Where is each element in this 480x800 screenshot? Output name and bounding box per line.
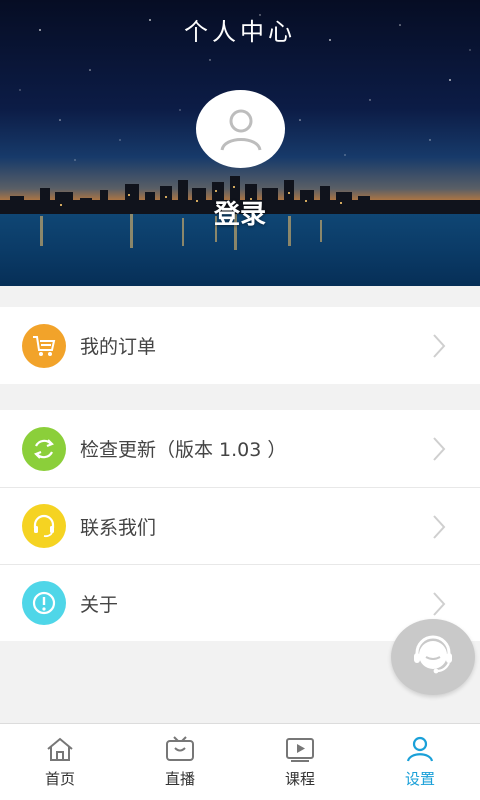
menu-item-label: 检查更新（版本 1.03 ） — [80, 439, 287, 461]
profile-header: 个人中心 登录 — [0, 0, 480, 286]
tab-live[interactable]: 直播 — [120, 724, 240, 800]
tab-label: 直播 — [164, 770, 195, 788]
refresh-icon — [22, 426, 66, 471]
tab-courses[interactable]: 课程 — [240, 724, 360, 800]
chevron-right-icon — [433, 437, 446, 461]
customer-service-icon — [414, 635, 452, 674]
home-icon — [47, 737, 73, 761]
page-title: 个人中心 — [184, 18, 296, 46]
orders-section: 我的订单 — [0, 307, 480, 384]
menu-item-check-update[interactable]: 检查更新（版本 1.03 ） — [0, 410, 480, 487]
play-icon — [286, 738, 314, 762]
tab-home[interactable]: 首页 — [0, 724, 120, 800]
tab-label: 首页 — [44, 770, 75, 788]
chevron-right-icon — [433, 515, 446, 539]
tab-label: 设置 — [404, 770, 435, 788]
login-button[interactable]: 登录 — [0, 194, 480, 231]
chevron-right-icon — [433, 334, 446, 358]
avatar[interactable] — [196, 90, 285, 168]
tv-icon — [166, 736, 194, 761]
customer-service-button[interactable] — [391, 619, 475, 695]
settings-section: 检查更新（版本 1.03 ） 联系我们 关于 — [0, 410, 480, 641]
info-icon — [22, 581, 66, 625]
menu-item-label: 关于 — [80, 593, 119, 616]
tab-settings[interactable]: 设置 — [360, 724, 480, 800]
menu-item-label: 联系我们 — [80, 516, 157, 539]
cart-icon — [22, 323, 66, 368]
menu-item-label: 我的订单 — [80, 336, 157, 358]
user-icon — [220, 109, 261, 151]
chevron-right-icon — [433, 592, 446, 616]
menu-item-orders[interactable]: 我的订单 — [0, 307, 480, 384]
headset-icon — [22, 504, 66, 548]
tab-label: 课程 — [284, 770, 315, 788]
bottom-tab-bar: 首页 直播 课程 设置 — [0, 723, 480, 800]
user-icon — [406, 736, 434, 762]
menu-item-contact[interactable]: 联系我们 — [0, 487, 480, 564]
